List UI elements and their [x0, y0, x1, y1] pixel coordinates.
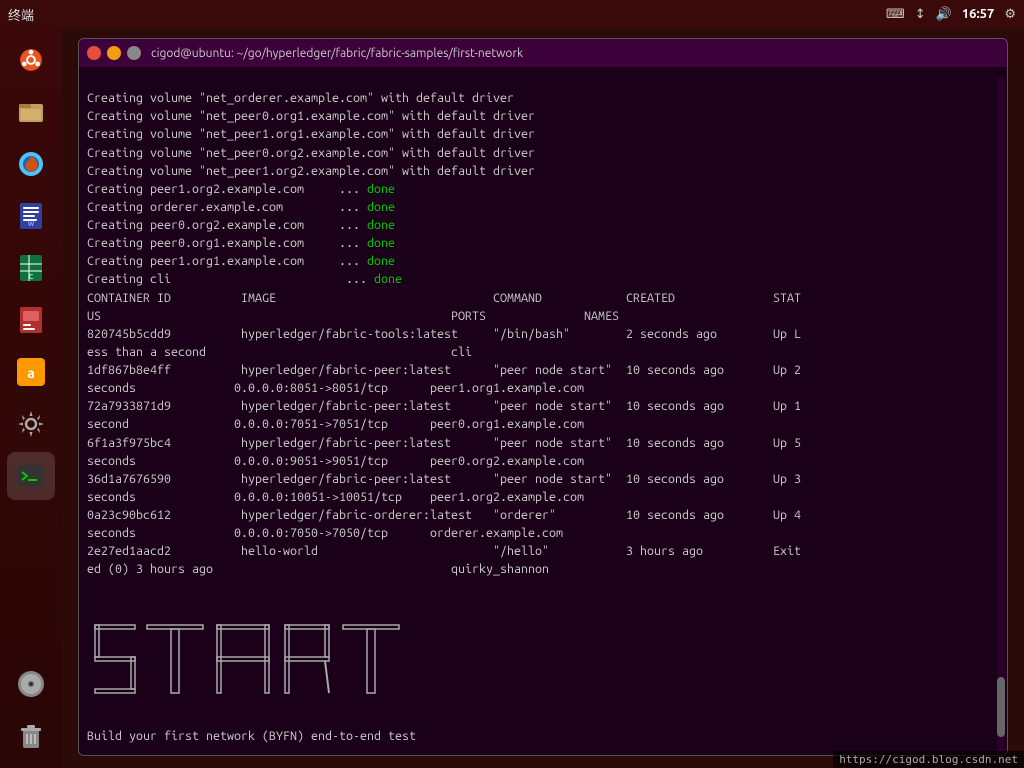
build-text: Build your first network (BYFN) end-to-e… [87, 729, 416, 743]
calc-icon: C [15, 252, 47, 284]
terminal-content-bottom: Build your first network (BYFN) end-to-e… [87, 708, 999, 755]
keyboard-icon: ⌨ [886, 7, 905, 22]
scrollbar-thumb[interactable] [997, 677, 1005, 737]
terminal-sidebar-icon [15, 460, 47, 492]
topbar-time: 16:57 [962, 7, 995, 21]
sidebar-item-firefox[interactable] [7, 140, 55, 188]
svg-text:W: W [28, 220, 35, 228]
sidebar-item-files[interactable] [7, 88, 55, 136]
start-ascii-art [87, 620, 467, 700]
svg-text:C: C [29, 273, 34, 281]
dvd-icon [15, 668, 47, 700]
amazon-icon: a [15, 356, 47, 388]
scrollbar[interactable] [997, 77, 1005, 755]
sidebar-item-writer[interactable]: W [7, 192, 55, 240]
impress-icon [15, 304, 47, 336]
svg-text:a: a [27, 365, 35, 381]
terminal-title: cigod@ubuntu: ~/go/hyperledger/fabric/fa… [151, 47, 523, 60]
sidebar-item-impress[interactable] [7, 296, 55, 344]
topbar: 终端 ⌨ ↕ 🔊 16:57 ⚙ [0, 0, 1024, 28]
terminal-body[interactable]: Creating volume "net_orderer.example.com… [79, 67, 1007, 755]
writer-icon: W [15, 200, 47, 232]
create-volume-1: Creating volume "net_orderer.example.com… [87, 91, 801, 576]
close-button[interactable] [87, 46, 101, 60]
ubuntu-logo-button[interactable] [7, 36, 55, 84]
volume-icon: 🔊 [936, 7, 952, 22]
sidebar-item-amazon[interactable]: a [7, 348, 55, 396]
ubuntu-logo-icon [20, 49, 42, 71]
trash-icon [15, 720, 47, 752]
minimize-button[interactable] [107, 46, 121, 60]
topbar-left: 终端 [8, 5, 34, 24]
settings-sidebar-icon [15, 408, 47, 440]
sidebar-item-calc[interactable]: C [7, 244, 55, 292]
sidebar-item-trash[interactable] [7, 712, 55, 760]
sidebar: W C a [0, 28, 62, 768]
sidebar-item-dvd[interactable] [7, 660, 55, 708]
start-art-section [87, 603, 999, 705]
sidebar-item-terminal[interactable] [7, 452, 55, 500]
maximize-button[interactable] [127, 46, 141, 60]
terminal-titlebar: cigod@ubuntu: ~/go/hyperledger/fabric/fa… [79, 39, 1007, 67]
terminal-window: cigod@ubuntu: ~/go/hyperledger/fabric/fa… [78, 38, 1008, 756]
topbar-app-title: 终端 [8, 5, 34, 24]
topbar-right: ⌨ ↕ 🔊 16:57 ⚙ [886, 7, 1016, 22]
sidebar-item-settings[interactable] [7, 400, 55, 448]
files-icon [15, 96, 47, 128]
settings-topbar-icon[interactable]: ⚙ [1004, 7, 1016, 22]
terminal-content: Creating volume "net_orderer.example.com… [87, 71, 999, 597]
network-icon: ↕ [915, 7, 926, 22]
url-bar: https://cigod.blog.csdn.net [833, 751, 1024, 768]
firefox-icon [15, 148, 47, 180]
